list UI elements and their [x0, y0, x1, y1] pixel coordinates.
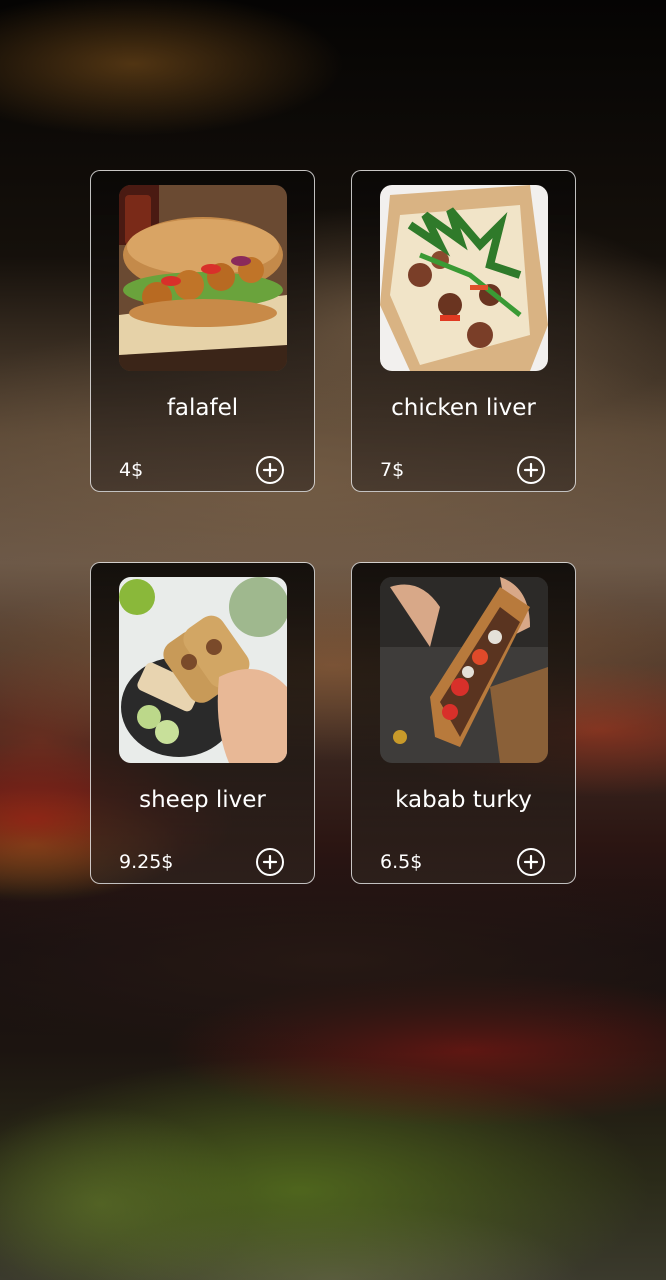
add-to-cart-button[interactable]: [517, 848, 545, 876]
menu-item-name: chicken liver: [391, 395, 536, 421]
falafel-sandwich-image: [119, 185, 287, 371]
add-to-cart-button[interactable]: [256, 848, 284, 876]
plus-circle-icon: [523, 462, 539, 478]
add-to-cart-button[interactable]: [517, 456, 545, 484]
menu-item-price: 9.25$: [119, 851, 174, 873]
menu-card-falafel[interactable]: falafel 4$: [90, 170, 315, 492]
menu-item-price: 7$: [380, 459, 405, 481]
menu-item-price: 6.5$: [380, 851, 423, 873]
plus-circle-icon: [262, 854, 278, 870]
kabab-sandwich-image: [380, 577, 548, 763]
menu-item-price: 4$: [119, 459, 144, 481]
add-to-cart-button[interactable]: [256, 456, 284, 484]
menu-item-name: falafel: [166, 395, 239, 421]
sheep-liver-wrap-image: [119, 577, 287, 763]
menu-grid: falafel 4$ chicken liver 7$ sheep liver …: [90, 170, 576, 884]
menu-item-name: sheep liver: [139, 787, 266, 813]
chicken-liver-sandwich-image: [380, 185, 548, 371]
plus-circle-icon: [262, 462, 278, 478]
plus-circle-icon: [523, 854, 539, 870]
menu-card-sheep-liver[interactable]: sheep liver 9.25$: [90, 562, 315, 884]
menu-card-chicken-liver[interactable]: chicken liver 7$: [351, 170, 576, 492]
menu-card-kabab-turky[interactable]: kabab turky 6.5$: [351, 562, 576, 884]
menu-item-name: kabab turky: [395, 787, 532, 813]
